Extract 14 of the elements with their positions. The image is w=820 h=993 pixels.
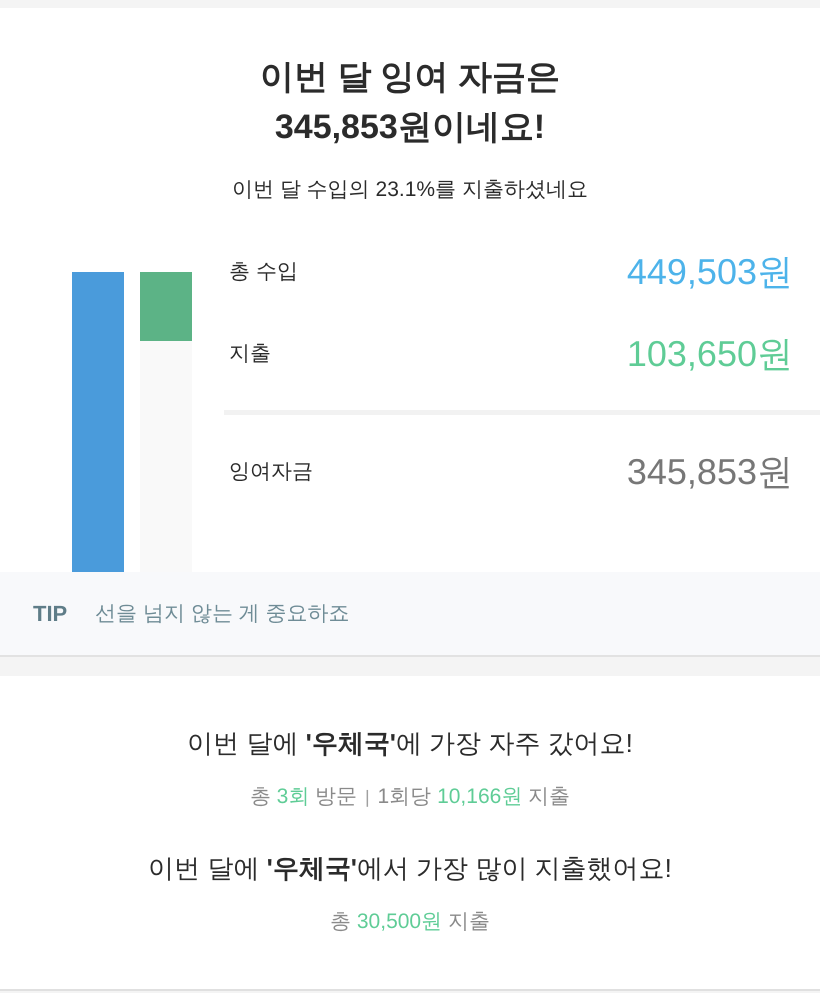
insight-detail: 총 3회 방문 | 1회당 10,166원 지출 <box>250 784 570 810</box>
summary-title: 이번 달 잉여 자금은 345,853원이네요! <box>258 57 562 148</box>
total-amount: 345,853원 <box>626 450 793 494</box>
summary-subtitle: 이번 달 수입의 23.1%를 지출하셨네요 <box>231 177 589 203</box>
total-label: 잉여자금 <box>229 459 313 486</box>
insight-detail: 총 30,500원 지출 <box>330 909 490 935</box>
tip-text: 선을 넘지 않는 게 중요하죠 <box>95 600 350 627</box>
row-amount: 103,650원 <box>626 332 793 376</box>
insight-headline: 이번 달에 '우체국'에 가장 자주 갔어요! <box>187 727 633 760</box>
insight-headline: 이번 달에 '우체국'에서 가장 많이 지출했어요! <box>148 852 672 885</box>
row-amount: 449,503원 <box>626 250 793 294</box>
row-label: 총 수입 <box>229 259 298 286</box>
row-label: 지출 <box>229 341 271 368</box>
tip-label: TIP <box>33 600 68 628</box>
